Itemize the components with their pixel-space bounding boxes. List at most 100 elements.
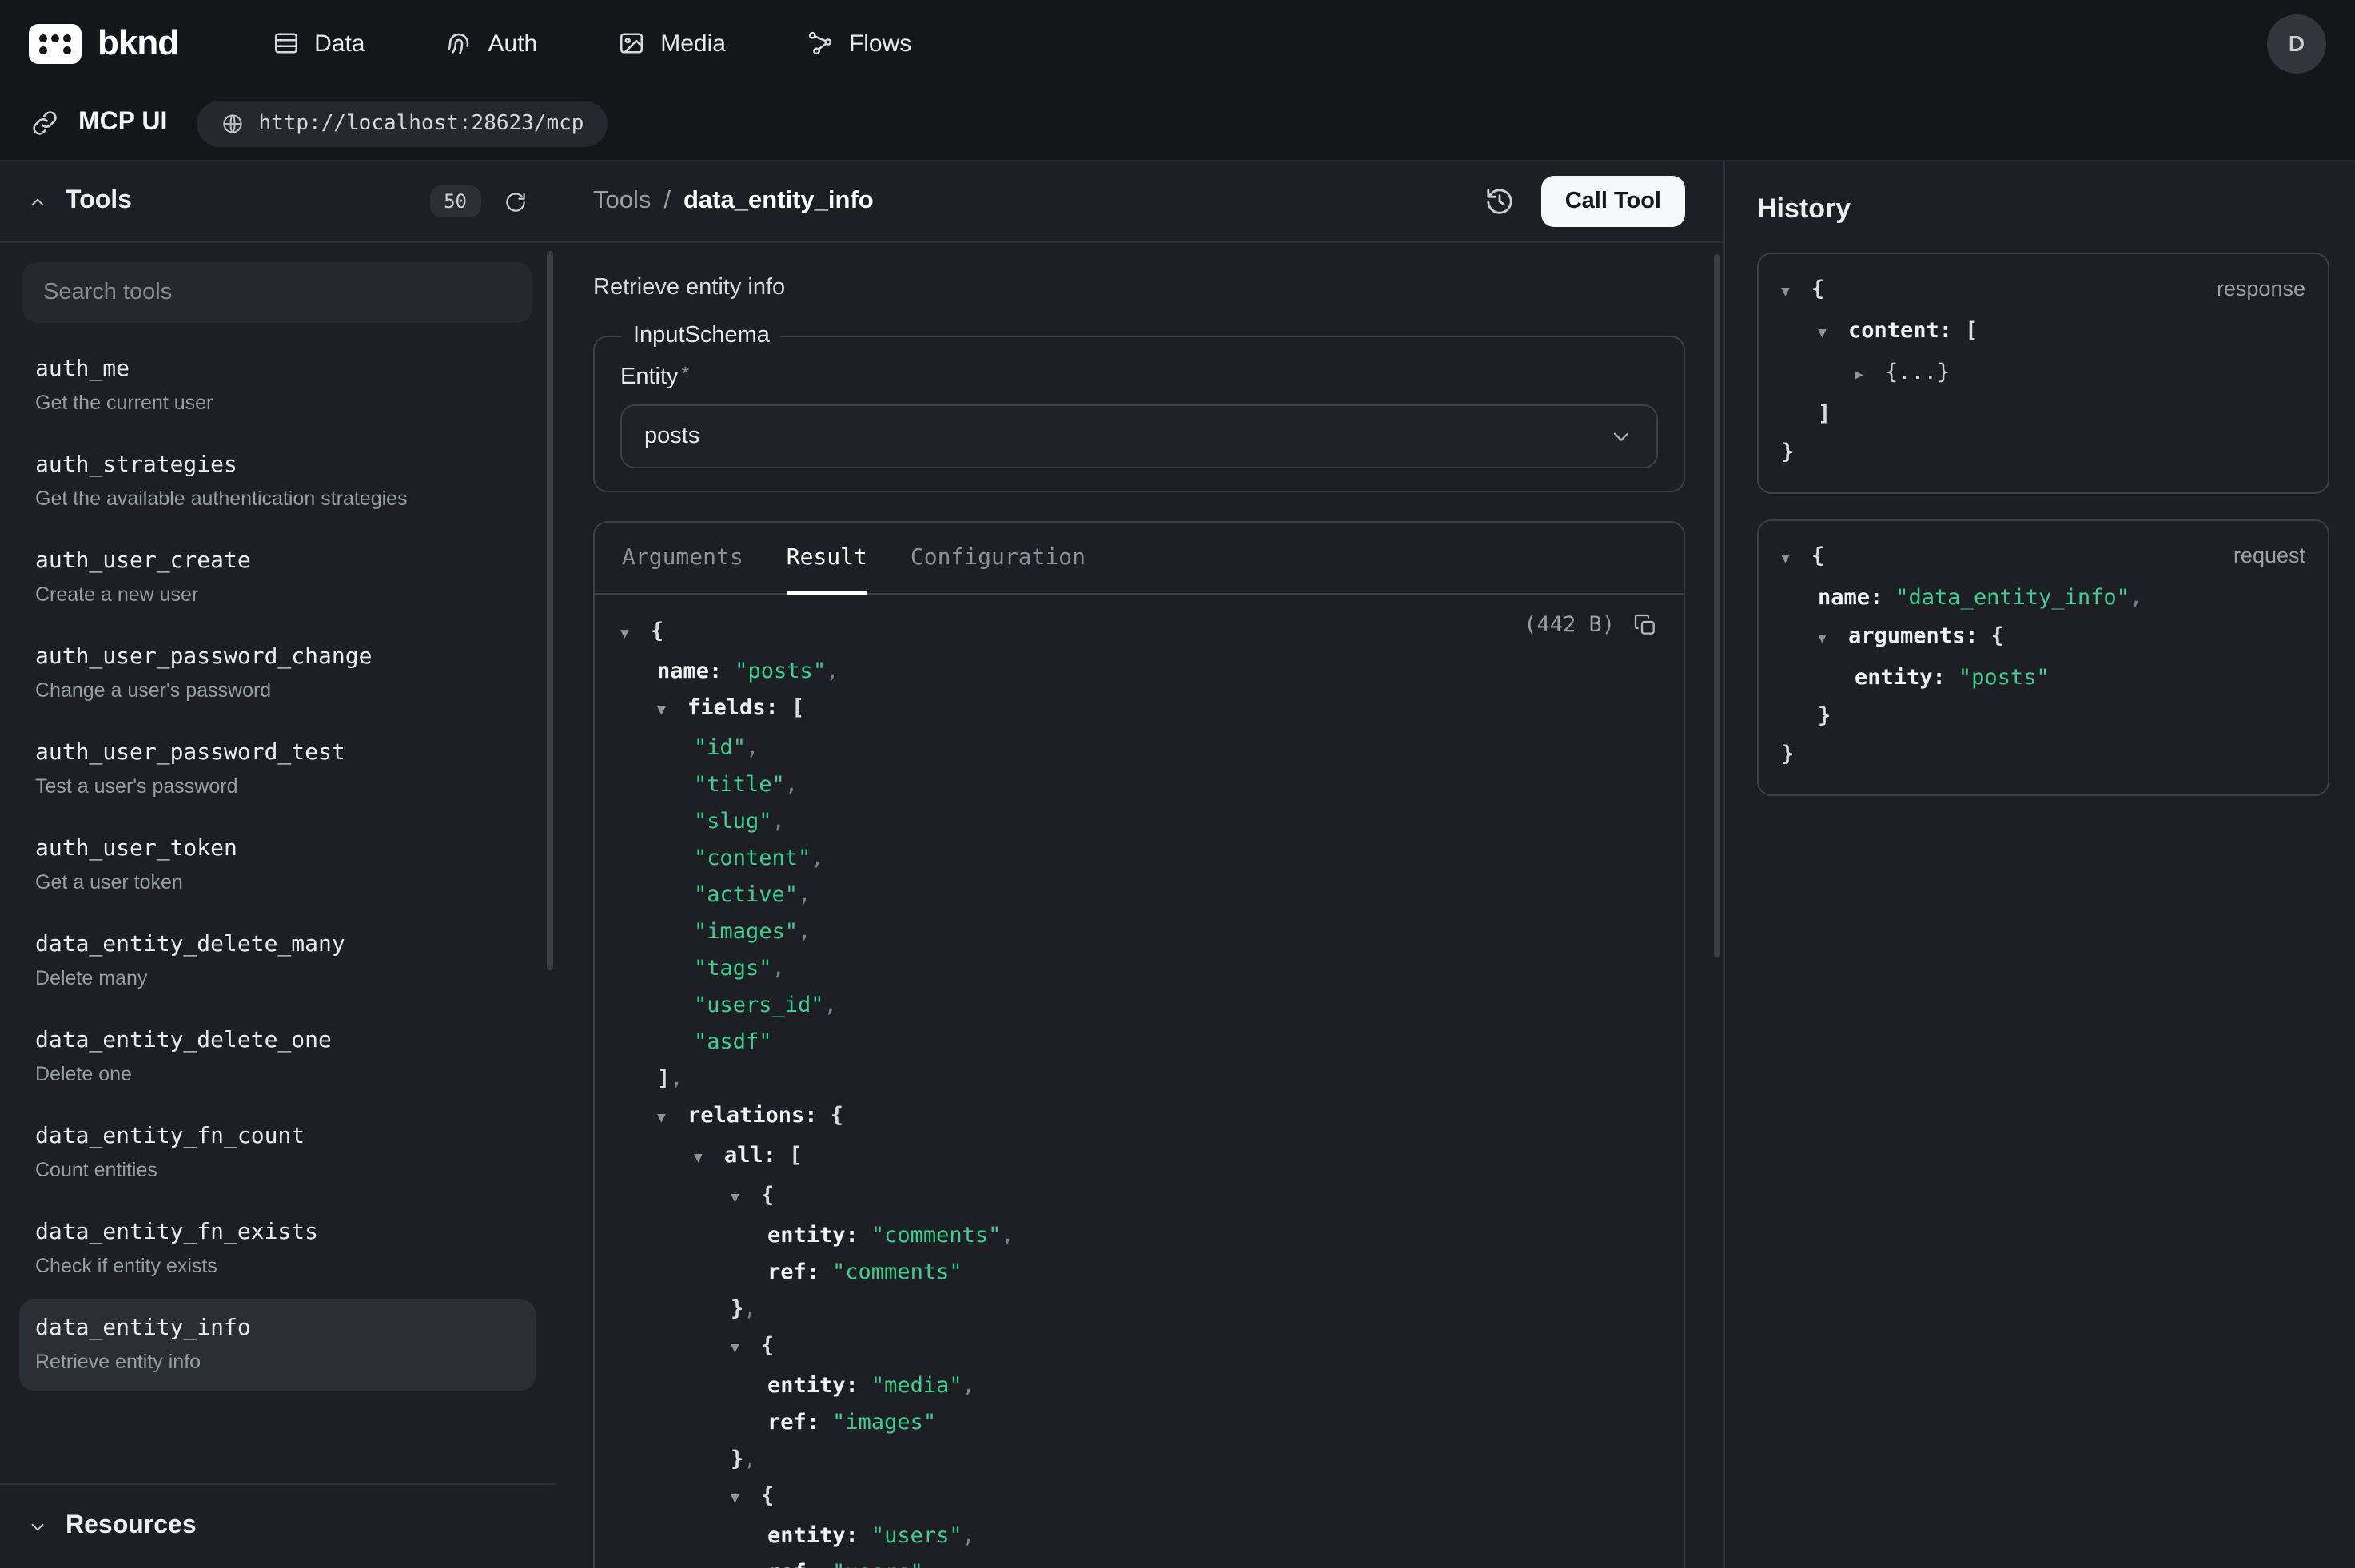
primary-nav: Data Auth Media Flows — [271, 29, 911, 58]
mcp-url-pill[interactable]: http://localhost:28623/mcp — [196, 100, 608, 146]
tool-list-item[interactable]: auth_strategies Get the available authen… — [19, 436, 536, 527]
entity-label-text: Entity — [620, 364, 679, 390]
tool-name: data_entity_fn_exists — [35, 1220, 520, 1245]
panel-type-badge: response — [2217, 270, 2305, 308]
json-line: ▼content:[ — [1781, 312, 2305, 353]
tabs: Arguments Result Configuration — [595, 523, 1684, 595]
json-toggle-icon[interactable]: ▶ — [1855, 356, 1885, 395]
mcp-title: MCP UI — [78, 109, 167, 137]
json-line: "slug", — [620, 804, 1658, 841]
user-avatar[interactable]: D — [2267, 14, 2326, 73]
json-line: "images", — [620, 914, 1658, 951]
tool-name: auth_user_create — [35, 548, 520, 574]
refresh-tools-button[interactable] — [504, 189, 528, 213]
main-header: Tools / data_entity_info Call Tool — [555, 161, 1723, 243]
sidebar-scrollbar[interactable] — [547, 251, 553, 970]
header-actions: Call Tool — [1484, 176, 1685, 227]
json-toggle-icon[interactable]: ▼ — [731, 1181, 761, 1218]
tool-list-item[interactable]: data_entity_delete_one Delete one — [19, 1012, 536, 1103]
json-line: "content", — [620, 841, 1658, 878]
top-nav: bknd Data Auth Media Flows D — [0, 0, 2355, 86]
resources-section-toggle[interactable]: Resources — [0, 1483, 555, 1568]
tab-arguments[interactable]: Arguments — [622, 523, 743, 595]
nav-item-data[interactable]: Data — [271, 29, 365, 58]
brand[interactable]: bknd — [29, 22, 178, 64]
result-json-wrap: (442 B) ▼{name:"posts",▼fields:["id","ti… — [595, 595, 1684, 1568]
tool-list-item[interactable]: auth_user_create Create a new user — [19, 532, 536, 623]
tool-list-item[interactable]: auth_user_password_test Test a user's pa… — [19, 724, 536, 815]
json-toggle-icon[interactable]: ▼ — [694, 1141, 724, 1178]
json-line: "title", — [620, 767, 1658, 804]
json-toggle-icon[interactable]: ▼ — [731, 1331, 761, 1368]
json-line: ▼relations:{ — [620, 1098, 1658, 1138]
tool-name: data_entity_fn_count — [35, 1124, 520, 1149]
json-line: ref:"comments" — [620, 1255, 1658, 1291]
tool-description: Get the current user — [35, 392, 520, 414]
json-line: ref:"users" — [620, 1555, 1658, 1568]
tool-list-item[interactable]: auth_user_token Get a user token — [19, 820, 536, 911]
tab-result[interactable]: Result — [787, 523, 867, 595]
json-toggle-icon[interactable]: ▼ — [657, 694, 687, 730]
tab-configuration[interactable]: Configuration — [911, 523, 1086, 595]
tool-list-item[interactable]: auth_me Get the current user — [19, 340, 536, 432]
json-line: ], — [620, 1061, 1658, 1098]
copy-icon — [1632, 612, 1658, 638]
history-response-card[interactable]: response▼{▼content:[▶{...}]} — [1757, 253, 2329, 494]
nav-item-auth[interactable]: Auth — [445, 29, 538, 58]
tool-description: Retrieve entity info — [35, 1351, 520, 1373]
history-button[interactable] — [1484, 185, 1516, 217]
nav-item-label: Data — [314, 30, 365, 57]
entity-field-label: Entity* — [620, 363, 1658, 390]
entity-select[interactable]: posts — [620, 404, 1658, 468]
tool-description: Create a new user — [35, 583, 520, 606]
json-toggle-icon[interactable]: ▼ — [657, 1101, 687, 1138]
json-toggle-icon[interactable]: ▼ — [1781, 273, 1811, 312]
json-line: } — [1781, 735, 2305, 774]
tool-list-item[interactable]: data_entity_delete_many Delete many — [19, 916, 536, 1007]
history-title: History — [1757, 193, 2329, 225]
history-request-card[interactable]: request▼{name:"data_entity_info",▼argume… — [1757, 519, 2329, 796]
tool-description: Delete one — [35, 1063, 520, 1085]
link-icon — [30, 109, 59, 137]
json-line: "users_id", — [620, 988, 1658, 1025]
tool-list-item[interactable]: data_entity_fn_exists Check if entity ex… — [19, 1204, 536, 1295]
json-line: ▼all:[ — [620, 1138, 1658, 1178]
tool-list-item[interactable]: auth_user_password_change Change a user'… — [19, 628, 536, 719]
tool-name: auth_user_token — [35, 836, 520, 862]
result-json-tree: ▼{name:"posts",▼fields:["id","title","sl… — [620, 614, 1658, 1568]
tool-description: Count entities — [35, 1159, 520, 1181]
json-toggle-icon[interactable]: ▼ — [731, 1482, 761, 1518]
tool-name: auth_strategies — [35, 452, 520, 478]
json-line: name:"data_entity_info", — [1781, 579, 2305, 617]
nav-item-media[interactable]: Media — [617, 29, 726, 58]
json-toggle-icon[interactable]: ▼ — [1781, 540, 1811, 579]
copy-button[interactable] — [1632, 612, 1658, 638]
tool-list-item[interactable]: data_entity_fn_count Count entities — [19, 1108, 536, 1199]
tools-section-header[interactable]: Tools 50 — [0, 161, 555, 243]
json-toggle-icon[interactable]: ▼ — [1818, 620, 1848, 659]
chevron-down-icon — [1608, 424, 1634, 449]
json-line: entity:"users", — [620, 1518, 1658, 1555]
tool-list-item[interactable]: data_entity_info Retrieve entity info — [19, 1299, 536, 1391]
json-toggle-icon[interactable]: ▼ — [620, 617, 651, 654]
json-line: "active", — [620, 878, 1658, 914]
globe-icon — [220, 111, 244, 135]
tool-description: Get the available authentication strateg… — [35, 488, 520, 510]
json-toggle-icon[interactable]: ▼ — [1818, 315, 1848, 353]
breadcrumb-root[interactable]: Tools — [593, 187, 651, 216]
tool-description: Get a user token — [35, 871, 520, 893]
nav-item-label: Flows — [849, 30, 911, 57]
search-tools-input[interactable] — [22, 262, 532, 323]
tool-detail-main: Tools / data_entity_info Call Tool Retri… — [555, 161, 1723, 1568]
main-scrollbar[interactable] — [1714, 254, 1720, 957]
tool-description: Test a user's password — [35, 775, 520, 798]
tool-description: Delete many — [35, 967, 520, 989]
call-tool-button[interactable]: Call Tool — [1541, 176, 1685, 227]
result-meta: (442 B) — [1524, 612, 1658, 638]
search-wrap — [0, 243, 555, 334]
nav-item-flows[interactable]: Flows — [806, 29, 911, 58]
json-line: "id", — [620, 730, 1658, 767]
json-line: ▼{ — [620, 614, 1658, 654]
json-line: ▶{...} — [1781, 353, 2305, 395]
tool-name: data_entity_info — [35, 1315, 520, 1341]
